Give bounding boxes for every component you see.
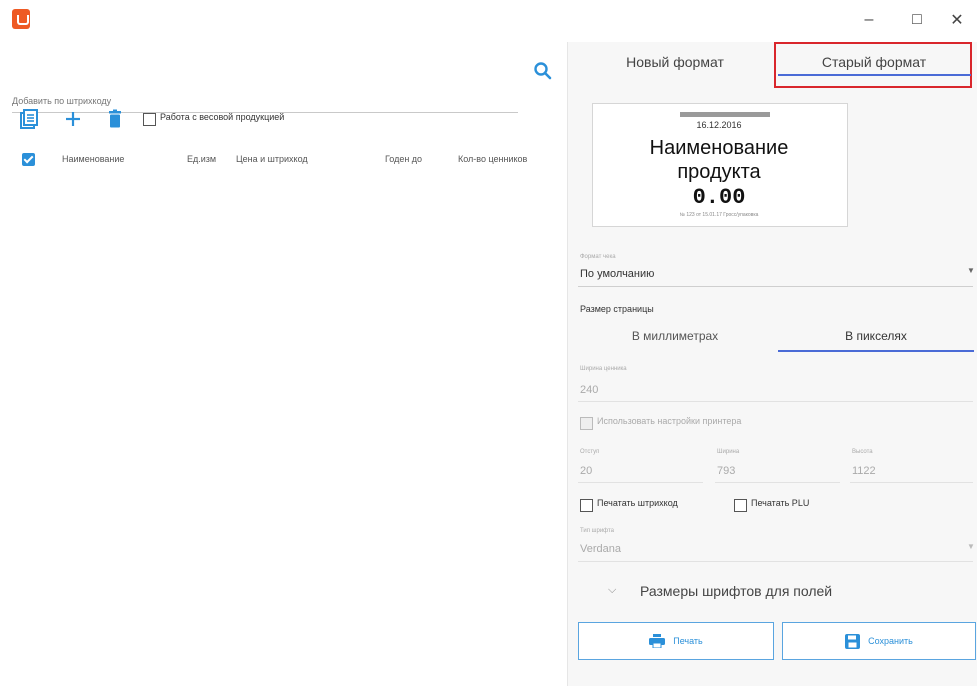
tab-pixels[interactable]: В пикселях (778, 320, 974, 352)
width-px-label: Ширина (717, 449, 740, 455)
weight-products-label: Работа с весовой продукцией (160, 112, 285, 122)
subtab-active-indicator (778, 350, 974, 352)
select-all-checkbox[interactable] (22, 153, 35, 166)
column-header-unit[interactable]: Ед.изм (187, 154, 216, 164)
product-list-panel (0, 42, 568, 686)
format-underline (578, 286, 973, 287)
app-logo-icon (12, 9, 30, 29)
use-printer-label: Использовать настройки принтера (597, 416, 742, 426)
title-bar (0, 0, 977, 42)
preview-barcode-bar (680, 112, 770, 117)
search-icon[interactable] (532, 60, 554, 82)
preview-footer: № 123 от 15.01.17 Гросс/упаковка (679, 212, 759, 218)
offset-underline (578, 482, 703, 483)
column-header-expiry[interactable]: Годен до (385, 154, 422, 164)
barcode-search-input[interactable] (12, 90, 518, 113)
height-px-underline (850, 482, 973, 483)
printer-icon (649, 634, 666, 648)
width-px-value[interactable]: 793 (717, 465, 735, 477)
weight-products-checkbox[interactable] (143, 113, 156, 126)
page-size-label: Размер страницы (580, 304, 654, 314)
plus-icon[interactable] (62, 108, 84, 130)
offset-label: Отступ (580, 449, 600, 455)
print-barcode-label: Печатать штрихкод (597, 498, 678, 508)
save-disk-icon (845, 633, 861, 649)
print-plu-label: Печатать PLU (751, 498, 810, 508)
preview-product-name: Наименование продукта (592, 136, 846, 184)
format-label: Формат чека (580, 254, 616, 260)
preview-name-line1: Наименование (649, 137, 789, 159)
trash-icon[interactable] (104, 108, 126, 130)
font-sizes-expander[interactable]: Размеры шрифтов для полей (640, 583, 832, 599)
column-header-name[interactable]: Наименование (62, 154, 124, 164)
expand-chevron-icon[interactable]: ⌵ (608, 584, 616, 597)
preview-name-line2: продукта (677, 161, 761, 183)
height-px-value[interactable]: 1122 (852, 465, 876, 477)
offset-value[interactable]: 20 (580, 465, 592, 477)
format-value[interactable]: По умолчанию (580, 268, 654, 280)
width-field-value[interactable]: 240 (580, 384, 598, 396)
font-type-value[interactable]: Verdana (580, 543, 621, 555)
height-px-label: Высота (852, 449, 873, 455)
font-chevron-down-icon[interactable]: ▼ (967, 542, 975, 551)
column-header-label-count[interactable]: Кол-во ценников (458, 154, 527, 164)
width-px-underline (715, 482, 840, 483)
tab-new-format[interactable]: Новый формат (578, 42, 772, 82)
save-button-label: Сохранить (868, 636, 913, 646)
minimize-button[interactable]: – (852, 6, 886, 34)
font-type-label: Тип шрифта (580, 528, 614, 534)
tab-old-format[interactable]: Старый формат (776, 42, 972, 82)
save-button[interactable]: Сохранить (782, 622, 976, 660)
preview-date: 16.12.2016 (696, 120, 742, 130)
close-button[interactable]: ✕ (940, 6, 974, 34)
chevron-down-icon[interactable]: ▼ (967, 266, 975, 275)
print-button[interactable]: Печать (578, 622, 774, 660)
use-printer-checkbox[interactable] (580, 417, 593, 430)
active-tab-indicator (778, 74, 971, 76)
print-barcode-checkbox[interactable] (580, 499, 593, 512)
width-field-label: Ширина ценника (580, 366, 627, 372)
tab-millimeters[interactable]: В миллиметрах (578, 320, 772, 352)
font-underline (578, 561, 973, 562)
list-add-icon[interactable] (18, 108, 40, 130)
maximize-button[interactable]: □ (900, 6, 934, 34)
column-header-price-barcode[interactable]: Цена и штрихкод (236, 154, 308, 164)
width-underline (578, 401, 973, 402)
preview-price: 0.00 (692, 185, 746, 210)
print-plu-checkbox[interactable] (734, 499, 747, 512)
print-button-label: Печать (673, 636, 703, 646)
